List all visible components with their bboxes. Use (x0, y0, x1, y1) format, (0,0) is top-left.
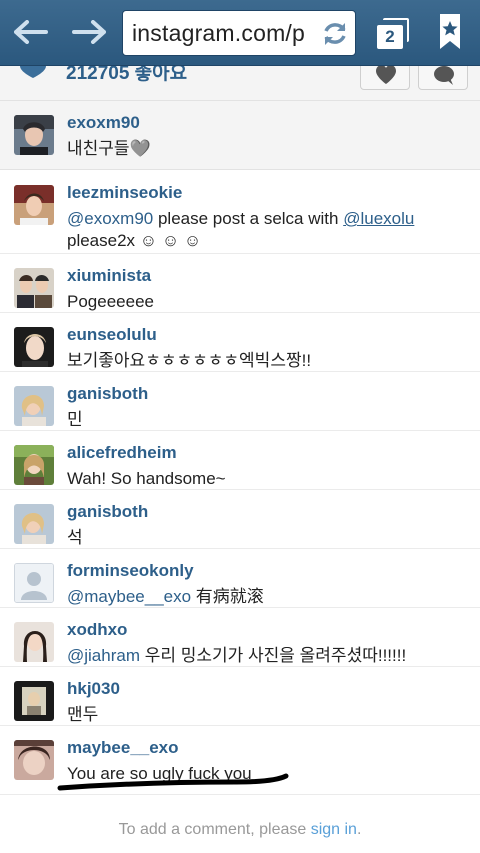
comment-username[interactable]: eunseolulu (67, 325, 157, 345)
bookmark-icon[interactable] (432, 12, 472, 56)
forward-arrow-icon[interactable] (66, 10, 112, 54)
hand-drawn-underline (57, 773, 289, 791)
heart-icon (20, 66, 46, 78)
avatar[interactable] (14, 681, 54, 721)
list-item: xiuminista Pogeeeeee (0, 254, 480, 313)
list-item: ganisboth 석 (0, 490, 480, 549)
sign-in-link[interactable]: sign in (311, 821, 357, 838)
likes-count: 212705 좋아요 (66, 66, 188, 84)
list-item: xodhxo @jiahram 우리 밍소기가 사진을 올려주셨따!!!!!! (0, 608, 480, 667)
browser-toolbar: instagram.com/p 2 (0, 0, 480, 66)
avatar[interactable] (14, 622, 54, 662)
comment-text: @exoxm90 please post a selca with @luexo… (67, 208, 467, 252)
footer: To add a comment, please sign in. (0, 794, 480, 853)
url-text: instagram.com/p (132, 20, 306, 46)
like-button[interactable] (360, 66, 410, 90)
comment-username[interactable]: forminseokonly (67, 561, 194, 581)
list-item: eunseolulu 보기좋아요ㅎㅎㅎㅎㅎㅎ엑빅스짱!! (0, 313, 480, 372)
list-item: hkj030 맨두 (0, 667, 480, 726)
address-bar[interactable]: instagram.com/p (122, 10, 356, 56)
list-item: leezminseokie @exoxm90 please post a sel… (0, 171, 480, 254)
speech-bubble-icon (434, 66, 454, 85)
comment-text: 맨두 (67, 705, 99, 724)
comment-text: Pogeeeeee (67, 292, 154, 311)
mention-link[interactable]: @luexolu (343, 209, 414, 228)
list-item: alicefredheim Wah! So handsome~ (0, 431, 480, 490)
tabs-button[interactable]: 2 (370, 12, 414, 54)
avatar[interactable] (14, 445, 54, 485)
avatar[interactable] (14, 115, 54, 155)
comment-text: 민 (67, 410, 83, 429)
comment-text: 석 (67, 528, 83, 547)
comment-button[interactable] (418, 66, 468, 90)
heart-icon (376, 66, 396, 84)
default-avatar-icon[interactable] (14, 563, 54, 603)
comment-text-part: please2x ☺ ☺ ☺ (67, 231, 202, 250)
comment-username[interactable]: ganisboth (67, 384, 148, 404)
caption-username[interactable]: exoxm90 (67, 113, 140, 133)
mention-link[interactable]: @maybee__exo (67, 587, 191, 606)
comment-text-part: 우리 밍소기가 사진을 올려주셨따!!!!!! (140, 646, 407, 665)
reload-icon[interactable] (320, 19, 350, 49)
comment-text: Wah! So handsome~ (67, 469, 226, 488)
comment-text: @jiahram 우리 밍소기가 사진을 올려주셨따!!!!!! (67, 645, 467, 667)
mention-link[interactable]: @exoxm90 (67, 209, 153, 228)
comment-username[interactable]: ganisboth (67, 502, 148, 522)
comment-username[interactable]: xiuminista (67, 266, 151, 286)
avatar[interactable] (14, 386, 54, 426)
list-item: forminseokonly @maybee__exo 有病就滚 (0, 549, 480, 608)
tab-count: 2 (377, 25, 403, 49)
avatar[interactable] (14, 185, 54, 225)
caption: exoxm90 내친구들🩶 (0, 100, 480, 170)
comment-text: 보기좋아요ㅎㅎㅎㅎㅎㅎ엑빅스짱!! (67, 351, 312, 370)
comment-username[interactable]: alicefredheim (67, 443, 177, 463)
comment-username[interactable]: leezminseokie (67, 183, 182, 203)
mention-link[interactable]: @jiahram (67, 646, 140, 665)
footer-suffix: . (356, 821, 362, 838)
back-arrow-icon[interactable] (8, 10, 54, 54)
comment-list: leezminseokie @exoxm90 please post a sel… (0, 171, 480, 787)
likes-bar: 212705 좋아요 (0, 66, 480, 100)
list-item: ganisboth 민 (0, 372, 480, 431)
avatar[interactable] (14, 327, 54, 367)
comment-text-part: 有病就滚 (191, 587, 264, 606)
sign-in-prompt: To add a comment, please sign in. (0, 821, 480, 839)
avatar[interactable] (14, 268, 54, 308)
comment-text: @maybee__exo 有病就滚 (67, 586, 467, 608)
comment-username[interactable]: xodhxo (67, 620, 127, 640)
caption-text: 내친구들🩶 (67, 139, 151, 158)
comment-text-part: please post a selca with (153, 209, 344, 228)
footer-prefix: To add a comment, please (118, 821, 311, 838)
avatar[interactable] (14, 504, 54, 544)
comment-username[interactable]: maybee__exo (67, 738, 179, 758)
comment-username[interactable]: hkj030 (67, 679, 120, 699)
avatar[interactable] (14, 740, 54, 780)
